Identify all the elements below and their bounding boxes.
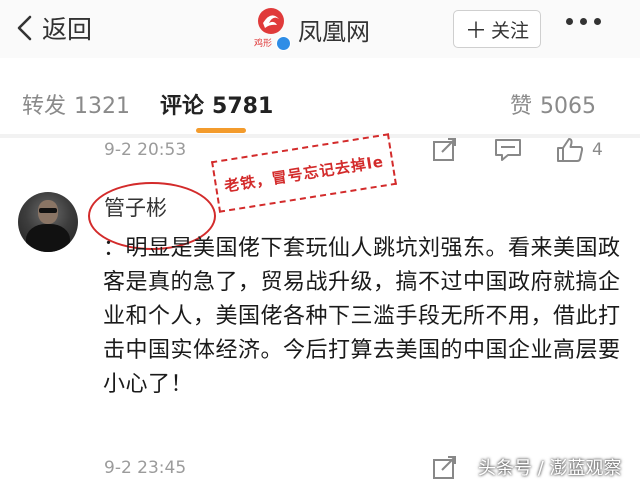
- repost-icon[interactable]: [432, 456, 458, 480]
- comment-text: ：明显是美国佬下套玩仙人跳坑刘强东。看来美国政客是真的急了，贸易战升级，搞不过中…: [103, 236, 621, 397]
- active-tab-indicator: [196, 128, 246, 133]
- divider: [0, 134, 640, 138]
- tab-comments[interactable]: 评论 5781: [160, 88, 273, 120]
- prev-like-count: 4: [592, 140, 603, 160]
- back-label: 返回: [42, 15, 93, 44]
- like-icon[interactable]: [556, 137, 584, 163]
- annotation-stamp-text: 老铁，冒号忘记去掉le: [222, 151, 386, 196]
- back-button[interactable]: 返回: [14, 10, 92, 46]
- tab-bar: 转发 1321 评论 5781 赞 5065: [0, 58, 640, 134]
- follow-button[interactable]: ＋ 关注: [453, 10, 541, 48]
- tab-likes-label: 赞: [510, 94, 533, 119]
- comment-icon[interactable]: [494, 138, 522, 162]
- brand-logo-text: 鸡形: [254, 39, 273, 49]
- phoenix-logo-icon: 鸡形: [252, 6, 291, 52]
- tab-repost-count: 1321: [74, 94, 131, 119]
- follow-label: 关注: [491, 19, 530, 42]
- verified-badge-icon: [276, 36, 291, 51]
- annotation-stamp: 老铁，冒号忘记去掉le: [211, 133, 397, 213]
- top-bar: 返回 鸡形 凤凰网 ＋ 关注: [0, 0, 640, 59]
- tab-comments-label: 评论: [160, 94, 205, 119]
- comment-time: 9-2 23:45: [104, 458, 187, 478]
- chevron-left-icon: [17, 15, 32, 41]
- more-icon[interactable]: [566, 18, 601, 25]
- tab-repost-label: 转发: [22, 94, 67, 119]
- comment-username[interactable]: 管子彬: [104, 192, 167, 222]
- avatar[interactable]: [18, 192, 78, 252]
- tab-comments-count: 5781: [212, 94, 274, 119]
- tab-likes[interactable]: 赞 5065: [510, 88, 596, 120]
- brand-name: 凤凰网: [298, 17, 370, 46]
- account-brand[interactable]: 鸡形 凤凰网: [252, 6, 370, 52]
- repost-icon[interactable]: [432, 138, 458, 162]
- prev-comment-time: 9-2 20:53: [104, 140, 187, 160]
- plus-icon: ＋: [464, 19, 487, 44]
- tab-repost[interactable]: 转发 1321: [22, 88, 130, 120]
- tab-likes-count: 5065: [540, 94, 597, 119]
- watermark: 头条号 / 澎蓝观察: [478, 458, 622, 479]
